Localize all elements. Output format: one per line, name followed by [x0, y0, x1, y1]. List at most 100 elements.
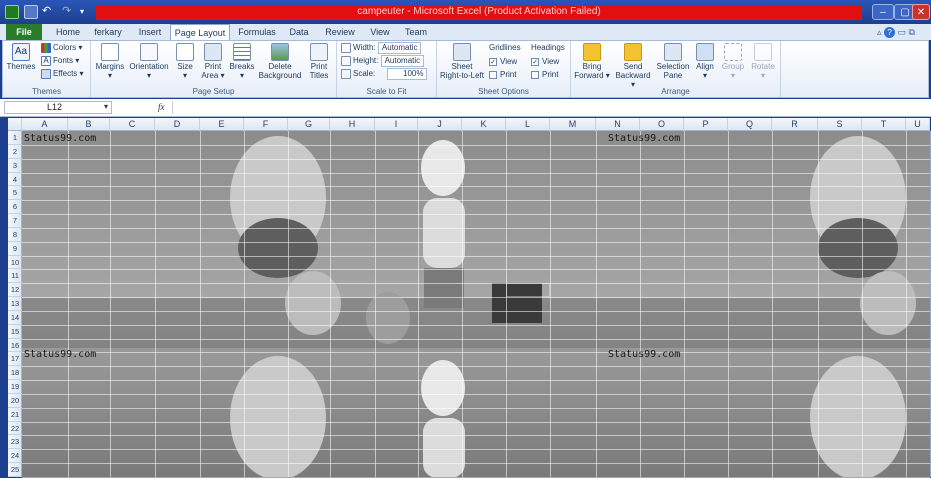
excel-window: ↶ ↷ ▾ campeuter - Microsoft Excel (Produ…	[0, 0, 931, 478]
column-header-O[interactable]: O	[640, 118, 684, 131]
row-header-24[interactable]: 24	[8, 449, 22, 464]
formula-input[interactable]	[172, 101, 929, 114]
row-header-13[interactable]: 13	[8, 297, 22, 311]
row-header-23[interactable]: 23	[8, 435, 22, 450]
minimize-button[interactable]: –	[872, 4, 894, 20]
tab-home[interactable]: Home	[50, 24, 86, 40]
selection-pane-button[interactable]: Selection Pane	[655, 43, 691, 80]
row-header-1[interactable]: 1	[8, 131, 22, 145]
customize-icon[interactable]: ▾	[80, 5, 94, 19]
print-area-button[interactable]: Print Area ▾	[199, 43, 227, 80]
row-header-9[interactable]: 9	[8, 242, 22, 256]
ribbon-help-icons[interactable]: ▵ ? ▭ ⧉	[866, 24, 926, 40]
column-gridline	[818, 131, 819, 477]
column-header-N[interactable]: N	[596, 118, 640, 131]
column-header-J[interactable]: J	[418, 118, 462, 131]
gridlines-print-checkbox[interactable]: Print	[489, 69, 516, 81]
tab-formulas[interactable]: Formulas	[234, 24, 280, 40]
rotate-button[interactable]: Rotate ▾	[749, 43, 777, 80]
row-header-10[interactable]: 10	[8, 256, 22, 270]
row-header-15[interactable]: 15	[8, 325, 22, 339]
row-header-25[interactable]: 25	[8, 463, 22, 477]
excel-logo-icon[interactable]	[5, 5, 19, 19]
row-header-5[interactable]: 5	[8, 186, 22, 201]
close-button[interactable]: ✕	[912, 4, 930, 20]
align-button[interactable]: Align ▾	[693, 43, 717, 80]
bring-forward-button[interactable]: Bring Forward ▾	[573, 43, 611, 80]
name-box-dropdown-icon[interactable]: ▾	[104, 102, 108, 111]
breaks-button[interactable]: Breaks ▾	[228, 43, 256, 80]
row-header-18[interactable]: 18	[8, 366, 22, 381]
column-header-B[interactable]: B	[68, 118, 110, 131]
tab-team[interactable]: Team	[400, 24, 432, 40]
colors-button[interactable]: Colors ▾	[41, 42, 82, 54]
sheet-right-to-left-button[interactable]: Sheet Right-to-Left	[439, 43, 485, 80]
print-titles-button[interactable]: Print Titles	[305, 43, 333, 80]
row-header-11[interactable]: 11	[8, 269, 22, 284]
row-header-19[interactable]: 19	[8, 380, 22, 394]
status99-watermark: Status99.com	[24, 133, 97, 144]
scale-input[interactable]: 100%	[387, 68, 428, 80]
height-select[interactable]: Automatic	[380, 55, 425, 67]
row-header-7[interactable]: 7	[8, 214, 22, 228]
column-header-S[interactable]: S	[818, 118, 862, 131]
delete-background-button[interactable]: Delete Background	[257, 43, 303, 80]
row-header-17[interactable]: 17	[8, 352, 22, 367]
themes-button[interactable]: Aa Themes	[5, 43, 37, 71]
selected-cell-L12[interactable]	[506, 283, 550, 298]
width-select[interactable]: Automatic	[377, 42, 422, 54]
column-header-U[interactable]: U	[906, 118, 930, 131]
fonts-button[interactable]: A Fonts ▾	[41, 55, 79, 67]
row-header-16[interactable]: 16	[8, 339, 22, 353]
background-icon	[271, 43, 289, 61]
margins-button[interactable]: Margins ▾	[93, 43, 127, 80]
name-box[interactable]: L12	[4, 101, 112, 114]
row-header-20[interactable]: 20	[8, 394, 22, 408]
tab-review[interactable]: Review	[320, 24, 360, 40]
column-header-F[interactable]: F	[244, 118, 288, 131]
column-header-R[interactable]: R	[772, 118, 818, 131]
row-header-6[interactable]: 6	[8, 200, 22, 215]
column-header-I[interactable]: I	[375, 118, 418, 131]
tab-insert[interactable]: Insert	[132, 24, 168, 40]
column-header-G[interactable]: G	[288, 118, 330, 131]
row-header-2[interactable]: 2	[8, 145, 22, 159]
column-header-T[interactable]: T	[862, 118, 906, 131]
row-header-4[interactable]: 4	[8, 173, 22, 187]
column-header-P[interactable]: P	[684, 118, 728, 131]
row-header-21[interactable]: 21	[8, 408, 22, 422]
tab-file[interactable]: File	[6, 24, 42, 40]
column-header-D[interactable]: D	[155, 118, 200, 131]
tab-ferkary[interactable]: ferkary	[88, 24, 128, 40]
column-header-Q[interactable]: Q	[728, 118, 772, 131]
column-header-L[interactable]: L	[506, 118, 550, 131]
row-header-12[interactable]: 12	[8, 283, 22, 298]
row-header-14[interactable]: 14	[8, 311, 22, 325]
undo-icon[interactable]: ↶	[42, 5, 56, 19]
orientation-button[interactable]: Orientation ▾	[127, 43, 171, 80]
size-button[interactable]: Size ▾	[173, 43, 197, 80]
column-header-M[interactable]: M	[550, 118, 596, 131]
save-icon[interactable]	[24, 5, 38, 19]
tab-page-layout[interactable]: Page Layout	[170, 24, 230, 40]
row-header-3[interactable]: 3	[8, 159, 22, 173]
tab-data[interactable]: Data	[284, 24, 314, 40]
tab-view[interactable]: View	[364, 24, 396, 40]
select-all-corner[interactable]	[8, 118, 22, 131]
column-header-C[interactable]: C	[110, 118, 155, 131]
fx-icon[interactable]: fx	[158, 102, 165, 112]
column-header-K[interactable]: K	[462, 118, 506, 131]
group-button[interactable]: Group ▾	[719, 43, 747, 80]
rotate-icon	[754, 43, 772, 61]
headings-view-checkbox[interactable]: ✓ View	[531, 56, 559, 68]
headings-print-checkbox[interactable]: Print	[531, 69, 558, 81]
column-header-A[interactable]: A	[22, 118, 68, 131]
row-header-22[interactable]: 22	[8, 422, 22, 436]
column-header-E[interactable]: E	[200, 118, 244, 131]
send-backward-button[interactable]: Send Backward ▾	[613, 43, 653, 89]
redo-icon[interactable]: ↷	[62, 5, 76, 19]
column-header-H[interactable]: H	[330, 118, 375, 131]
gridlines-view-checkbox[interactable]: ✓ View	[489, 56, 517, 68]
effects-button[interactable]: Effects ▾	[41, 68, 84, 80]
row-header-8[interactable]: 8	[8, 228, 22, 242]
